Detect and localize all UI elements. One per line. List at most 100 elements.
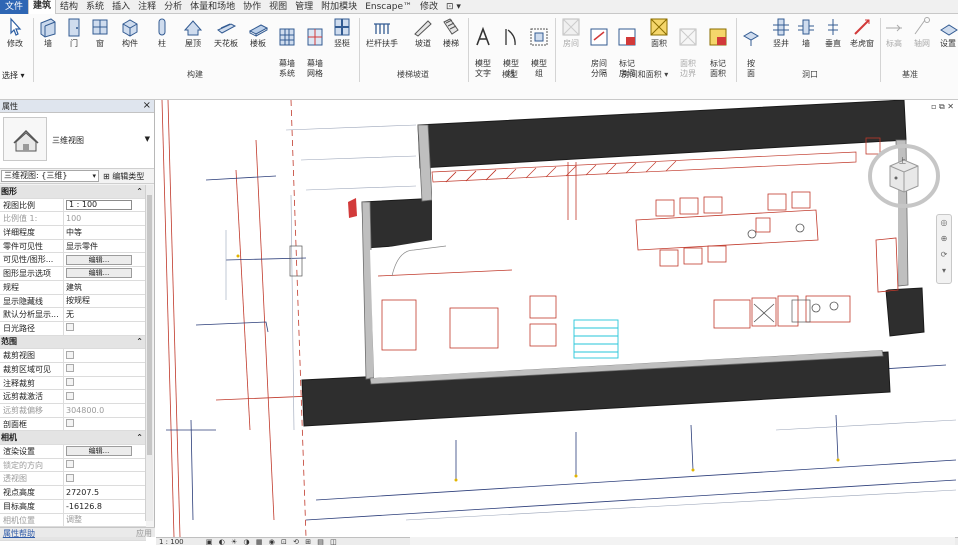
instance-filter-dropdown[interactable]: 三维视图: {三维} (1, 170, 99, 182)
properties-help-link[interactable]: 属性帮助 (3, 528, 35, 538)
property-value[interactable]: 304800.0 (66, 406, 104, 415)
viewport-horizontal-scrollbar[interactable] (410, 537, 955, 545)
tab-5[interactable]: 注释 (134, 0, 160, 14)
property-value-cell[interactable]: 编辑... (64, 254, 146, 265)
3d-viewport[interactable]: ▫ ⧉ ✕ 上 ◎ ⊕ ⟳ ▾ (156, 100, 958, 537)
property-checkbox[interactable] (66, 364, 74, 373)
property-value-cell[interactable] (64, 391, 146, 402)
tab-0[interactable]: 文件 (0, 0, 29, 14)
tag-area-button[interactable]: 标记 面积 (704, 16, 732, 79)
property-value-cell[interactable]: 无 (64, 309, 146, 320)
tab-8[interactable]: 协作 (239, 0, 265, 14)
collapse-icon[interactable]: ⌃ (136, 187, 143, 196)
property-value-cell[interactable]: 建筑 (64, 282, 146, 293)
tab-2[interactable]: 结构 (56, 0, 82, 14)
level-button[interactable]: 标高 (882, 16, 906, 49)
properties-category[interactable]: 图形 ⌃ (0, 185, 146, 199)
property-value[interactable]: 无 (66, 310, 74, 319)
type-selector[interactable]: 三维视图 ▼ (0, 113, 154, 169)
door-button[interactable]: 门 (62, 16, 86, 49)
apply-button[interactable]: 应用 (136, 528, 152, 538)
property-checkbox[interactable] (66, 460, 74, 469)
property-value-cell[interactable] (64, 419, 146, 429)
viewcube[interactable]: 上 (864, 140, 942, 210)
opening-by-face-button[interactable]: 按 面 (738, 16, 764, 79)
tab-12[interactable]: Enscape™ (361, 0, 416, 14)
property-value-cell[interactable] (64, 473, 146, 484)
edit-button[interactable]: 编辑... (66, 254, 132, 265)
property-value[interactable]: -16126.8 (66, 502, 102, 511)
area-button[interactable]: 面积 (646, 16, 672, 49)
mullion-button[interactable]: 竖梃 (330, 16, 354, 49)
property-value-cell[interactable]: -16126.8 (64, 502, 146, 511)
ramp-button[interactable]: 坡道 (410, 16, 436, 49)
property-value-cell[interactable]: 按规程 (64, 295, 146, 306)
properties-category[interactable]: 相机 ⌃ (0, 431, 146, 446)
chevron-down-icon[interactable]: ▼ (145, 135, 150, 143)
property-checkbox[interactable] (66, 419, 74, 428)
edit-button[interactable]: 编辑... (66, 268, 132, 279)
property-value[interactable]: 调整 (66, 515, 82, 524)
property-value-cell[interactable] (64, 460, 146, 470)
property-value[interactable]: 中等 (66, 228, 82, 237)
property-value-cell[interactable]: 中等 (64, 227, 146, 238)
edit-type-button[interactable]: ⊞ 编辑类型 (103, 171, 144, 182)
collapse-icon[interactable]: ⌃ (136, 337, 143, 346)
select-dropdown[interactable]: 选择 ▾ (2, 70, 25, 81)
property-checkbox[interactable] (66, 377, 74, 386)
property-checkbox[interactable] (66, 350, 74, 359)
set-workplane-button[interactable]: 设置 (938, 16, 958, 49)
property-value-cell[interactable]: 1 : 100 (64, 200, 146, 211)
property-checkbox[interactable] (66, 323, 74, 332)
property-value-cell[interactable]: 调整 (64, 514, 146, 525)
property-value[interactable]: 按规程 (66, 296, 90, 305)
properties-scrollbar[interactable] (145, 185, 153, 521)
property-value[interactable]: 建筑 (66, 283, 82, 292)
property-value[interactable]: 显示零件 (66, 242, 98, 251)
tab-3[interactable]: 系统 (82, 0, 108, 14)
tab-1[interactable]: 建筑 (28, 0, 57, 14)
tab-7[interactable]: 体量和场地 (186, 0, 239, 14)
ceiling-button[interactable]: 天花板 (210, 16, 242, 49)
close-icon[interactable]: × (143, 100, 151, 112)
viewport-window-controls[interactable]: ▫ ⧉ ✕ (931, 102, 954, 112)
property-value-cell[interactable] (64, 350, 146, 361)
property-value-cell[interactable] (64, 377, 146, 388)
scrollbar-thumb[interactable] (147, 195, 152, 455)
vertical-opening-button[interactable]: 垂直 (820, 16, 846, 49)
property-value[interactable]: 27207.5 (66, 488, 99, 497)
property-value-cell[interactable]: 编辑... (64, 268, 146, 279)
wall-opening-button[interactable]: 墙 (794, 16, 818, 49)
steering-wheel-icon[interactable]: ◎ (937, 215, 951, 231)
zoom-icon[interactable]: ⊕ (937, 231, 951, 247)
orbit-icon[interactable]: ⟳ (937, 247, 951, 263)
property-value-cell[interactable]: 100 (64, 214, 146, 223)
property-value-cell[interactable]: 编辑... (64, 446, 146, 457)
wall-button[interactable]: 墙 (36, 16, 60, 49)
floor-button[interactable]: 楼板 (246, 16, 270, 49)
properties-category[interactable]: 范围 ⌃ (0, 335, 146, 350)
room-button[interactable]: 房间 (558, 16, 584, 49)
property-checkbox[interactable] (66, 473, 74, 482)
collapse-icon[interactable]: ⌃ (136, 433, 143, 442)
nav-menu-icon[interactable]: ▾ (937, 263, 951, 279)
room-group-label[interactable]: 房间和面积 ▾ (600, 69, 690, 80)
modify-button[interactable]: 修改 (2, 16, 28, 49)
tab-6[interactable]: 分析 (160, 0, 186, 14)
property-value-cell[interactable] (64, 364, 146, 374)
shaft-button[interactable]: 竖井 (768, 16, 794, 49)
navigation-bar[interactable]: ◎ ⊕ ⟳ ▾ (936, 214, 952, 284)
dormer-button[interactable]: 老虎窗 (848, 16, 876, 49)
edit-button[interactable]: 编辑... (66, 446, 132, 457)
window-button[interactable]: 窗 (88, 16, 112, 49)
stair-button[interactable]: 楼梯 (438, 16, 464, 49)
property-value-cell[interactable] (64, 323, 146, 333)
roof-button[interactable]: 屋顶 (180, 16, 206, 49)
property-value[interactable]: 100 (66, 214, 81, 223)
railing-button[interactable]: 栏杆扶手 (364, 16, 400, 49)
grid-button[interactable]: 轴网 (910, 16, 934, 49)
property-value-cell[interactable]: 27207.5 (64, 488, 146, 497)
property-checkbox[interactable] (66, 391, 74, 400)
component-button[interactable]: 构件 (116, 16, 144, 49)
curtain-system-button[interactable]: 幕墙 系统 (274, 16, 300, 79)
